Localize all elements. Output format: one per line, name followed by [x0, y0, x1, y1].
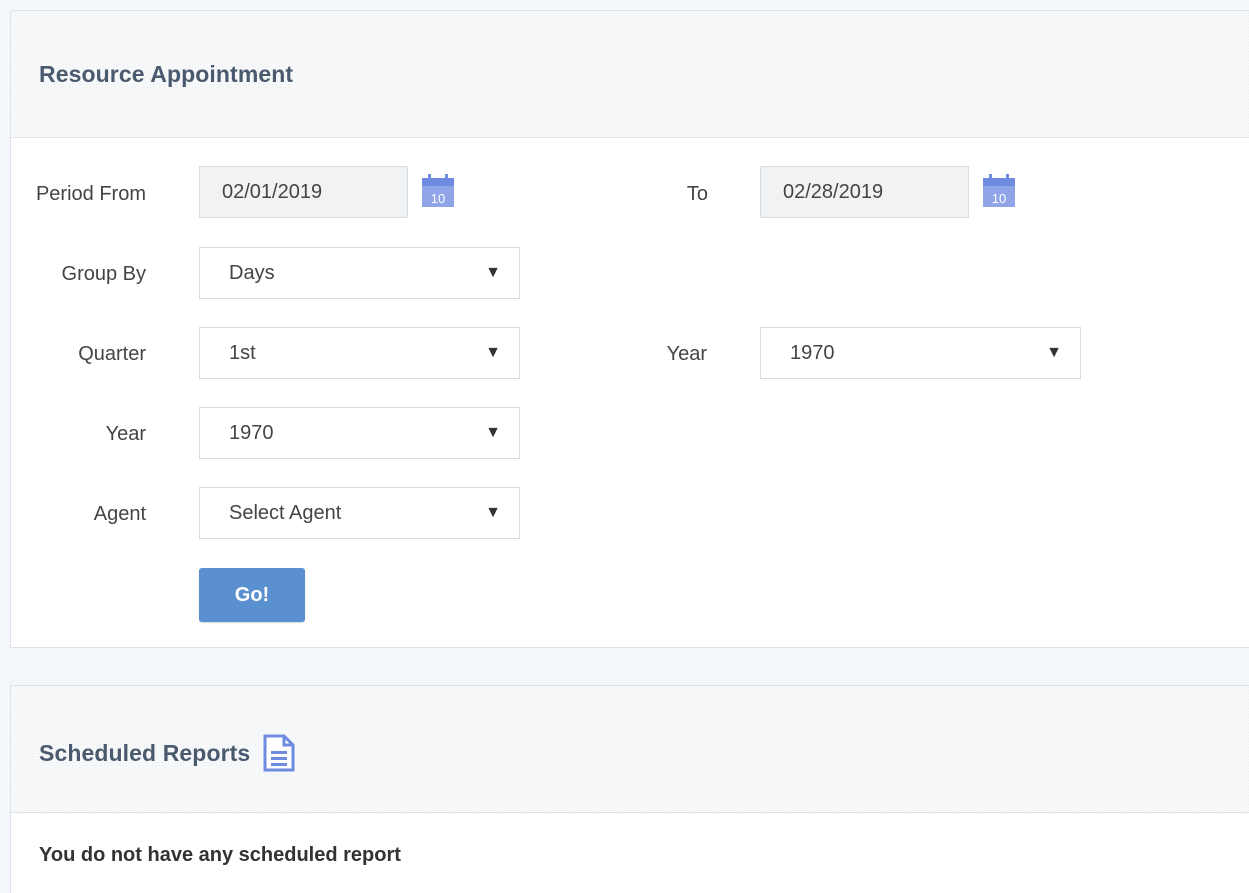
- calendar-icon[interactable]: 10: [982, 174, 1016, 208]
- group-by-value: Days: [229, 262, 275, 284]
- quarter-year-select[interactable]: 1970 ▼: [760, 327, 1081, 379]
- chevron-down-icon: ▼: [485, 424, 501, 441]
- resource-appointment-panel: Resource Appointment Period From 02/01/2…: [10, 10, 1249, 648]
- year-select[interactable]: 1970 ▼: [199, 407, 520, 459]
- to-label: To: [686, 183, 708, 205]
- go-button[interactable]: Go!: [199, 568, 305, 622]
- document-icon[interactable]: [262, 734, 296, 772]
- scheduled-reports-title-wrap: Scheduled Reports: [39, 734, 296, 772]
- to-input[interactable]: 02/28/2019: [760, 166, 969, 218]
- no-scheduled-reports-message: You do not have any scheduled report: [39, 844, 401, 866]
- calendar-icon[interactable]: 10: [421, 174, 455, 208]
- calendar-day-number: 10: [431, 191, 445, 206]
- agent-select[interactable]: Select Agent ▼: [199, 487, 520, 539]
- resource-appointment-header: Resource Appointment: [11, 11, 1249, 138]
- quarter-select[interactable]: 1st ▼: [199, 327, 520, 379]
- resource-appointment-title: Resource Appointment: [39, 61, 294, 87]
- quarter-value: 1st: [229, 342, 256, 364]
- year-value: 1970: [229, 422, 274, 444]
- chevron-down-icon: ▼: [485, 264, 501, 281]
- agent-value: Select Agent: [229, 502, 342, 524]
- chevron-down-icon: ▼: [1046, 344, 1062, 361]
- year-label: Year: [105, 423, 146, 445]
- quarter-year-label: Year: [666, 343, 707, 365]
- quarter-label: Quarter: [78, 343, 146, 365]
- page: Resource Appointment Period From 02/01/2…: [0, 0, 1249, 893]
- scheduled-reports-header: Scheduled Reports: [11, 686, 1249, 813]
- chevron-down-icon: ▼: [485, 344, 501, 361]
- period-from-label: Period From: [35, 183, 146, 205]
- chevron-down-icon: ▼: [485, 504, 501, 521]
- scheduled-reports-title: Scheduled Reports: [39, 739, 251, 766]
- group-by-select[interactable]: Days ▼: [199, 247, 520, 299]
- agent-label: Agent: [93, 503, 146, 525]
- calendar-day-number: 10: [992, 191, 1006, 206]
- scheduled-reports-panel: Scheduled Reports You do not have any sc…: [10, 685, 1249, 893]
- period-from-input[interactable]: 02/01/2019: [199, 166, 408, 218]
- quarter-year-value: 1970: [790, 342, 835, 364]
- group-by-label: Group By: [61, 263, 146, 285]
